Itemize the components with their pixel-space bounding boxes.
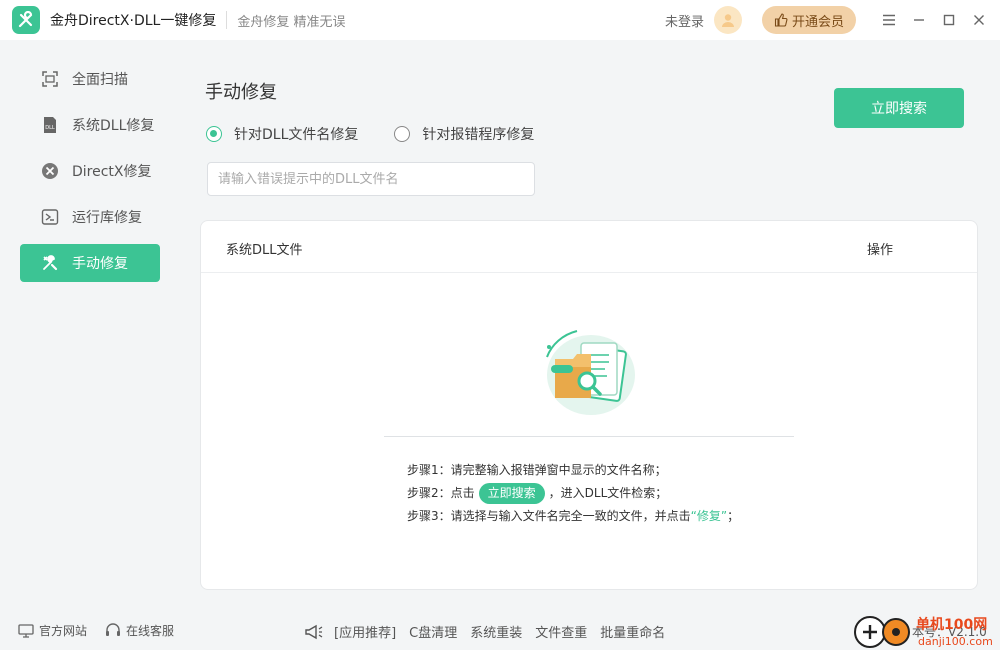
app-slogan: 金舟修复 精准无误 — [237, 14, 346, 30]
sidebar-item-system-dll[interactable]: DLL 系统DLL修复 — [20, 106, 160, 144]
minimize-icon — [914, 19, 924, 21]
official-website-label: 官方网站 — [39, 624, 88, 638]
menu-button[interactable] — [874, 0, 904, 40]
empty-state-folder-search-icon — [546, 330, 635, 415]
app-recommendations: [应用推荐] C盘清理 系统重装 文件查重 批量重命名 — [304, 622, 678, 641]
step-1: 步骤1：请完整输入报错弹窗中显示的文件名称； — [407, 459, 739, 482]
radio-unchecked-icon — [394, 126, 411, 142]
page-title: 手动修复 — [205, 82, 277, 103]
wrench-icon — [40, 253, 60, 273]
results-panel: 系统DLL文件 操作 步骤1：请完整输入报错弹窗中显示的文件名称； 步骤2：点击… — [200, 220, 978, 590]
radio-by-dll-name[interactable]: 针对DLL文件名修复 — [206, 124, 358, 144]
step-3-highlight: “修复” — [690, 509, 728, 523]
monitor-icon — [18, 623, 34, 638]
close-button[interactable] — [964, 0, 994, 40]
recommend-item-duplicate-finder[interactable]: 文件查重 — [535, 622, 587, 641]
radio-label: 针对报错程序修复 — [422, 127, 535, 143]
sidebar-item-runtime[interactable]: 运行库修复 — [20, 198, 160, 236]
svg-text:danji100.com: danji100.com — [918, 635, 993, 648]
menu-icon — [883, 14, 895, 26]
column-header-file: 系统DLL文件 — [226, 243, 303, 258]
recommend-item-batch-rename[interactable]: 批量重命名 — [600, 622, 665, 641]
svg-text:单机100网: 单机100网 — [916, 616, 987, 633]
dll-search-input[interactable] — [207, 162, 535, 196]
vip-label: 开通会员 — [791, 14, 844, 30]
step-2-search-chip: 立即搜索 — [478, 483, 545, 504]
footer: 官方网站 在线客服 [应用推荐] C盘清理 系统重装 文件查重 批量重命名 本号… — [0, 610, 1000, 650]
runtime-icon — [40, 207, 60, 227]
megaphone-icon — [304, 624, 324, 640]
thumb-up-icon — [774, 13, 788, 27]
sidebar-item-directx[interactable]: DirectX修复 — [20, 152, 160, 190]
official-website-link[interactable]: 官方网站 — [18, 622, 87, 639]
dll-icon: DLL — [40, 115, 60, 135]
step-2: 步骤2：点击 立即搜索 ，进入DLL文件检索； — [407, 482, 739, 505]
maximize-button[interactable] — [934, 0, 964, 40]
instruction-steps: 步骤1：请完整输入报错弹窗中显示的文件名称； 步骤2：点击 立即搜索 ，进入DL… — [407, 459, 739, 528]
step-3-suffix: ； — [727, 509, 740, 523]
sidebar-item-manual-repair[interactable]: 手动修复 — [20, 244, 160, 282]
sidebar-item-label: 运行库修复 — [72, 210, 142, 226]
recommend-label: [应用推荐] — [334, 626, 397, 641]
sidebar-item-full-scan[interactable]: 全面扫描 — [20, 60, 160, 98]
radio-label: 针对DLL文件名修复 — [234, 127, 359, 143]
step-2-prefix: 步骤2：点击 — [407, 486, 475, 500]
step-3: 步骤3：请选择与输入文件名完全一致的文件，并点击 “修复” ； — [407, 505, 739, 528]
empty-divider — [384, 436, 794, 437]
minimize-button[interactable] — [904, 0, 934, 40]
repair-mode-group: 针对DLL文件名修复 针对报错程序修复 — [206, 124, 570, 144]
main-content: 手动修复 针对DLL文件名修复 针对报错程序修复 立即搜索 系统DLL文件 操作 — [180, 40, 1000, 610]
radio-by-program[interactable]: 针对报错程序修复 — [394, 124, 534, 144]
table-header: 系统DLL文件 操作 — [201, 221, 977, 273]
app-title: 金舟DirectX·DLL一键修复 — [50, 13, 217, 29]
headset-icon — [105, 623, 121, 638]
step-3-prefix: 步骤3：请选择与输入文件名完全一致的文件，并点击 — [407, 509, 691, 523]
scan-icon — [40, 69, 60, 89]
online-service-link[interactable]: 在线客服 — [105, 622, 174, 639]
login-link[interactable]: 未登录 — [665, 11, 704, 30]
directx-icon — [40, 161, 60, 181]
step-1-text: 步骤1：请完整输入报错弹窗中显示的文件名称； — [407, 463, 667, 477]
recommend-item-c-drive-clean[interactable]: C盘清理 — [409, 622, 457, 641]
recommend-item-system-reinstall[interactable]: 系统重装 — [470, 622, 522, 641]
search-now-button[interactable]: 立即搜索 — [834, 88, 964, 128]
vip-button[interactable]: 开通会员 — [761, 6, 856, 34]
sidebar-item-label: 系统DLL修复 — [72, 118, 155, 134]
column-header-action: 操作 — [867, 243, 894, 258]
svg-text:DLL: DLL — [45, 125, 55, 131]
step-2-suffix: ，进入DLL文件检索； — [548, 486, 668, 500]
sidebar-item-label: 手动修复 — [72, 256, 128, 272]
avatar[interactable] — [713, 6, 742, 34]
sidebar: 全面扫描 DLL 系统DLL修复 DirectX修复 运行库修复 手动修复 — [0, 40, 180, 610]
sidebar-item-label: 全面扫描 — [72, 72, 128, 88]
radio-checked-icon — [206, 126, 222, 142]
sidebar-item-label: DirectX修复 — [72, 164, 152, 180]
site-watermark-logo: 单机100网 danji100.com — [854, 616, 993, 648]
online-service-label: 在线客服 — [126, 624, 175, 638]
title-divider — [226, 11, 228, 29]
title-bar: 金舟DirectX·DLL一键修复 金舟修复 精准无误 未登录 开通会员 — [0, 0, 1000, 40]
close-icon — [974, 15, 984, 25]
maximize-icon — [943, 14, 955, 26]
app-logo-icon — [12, 6, 40, 34]
